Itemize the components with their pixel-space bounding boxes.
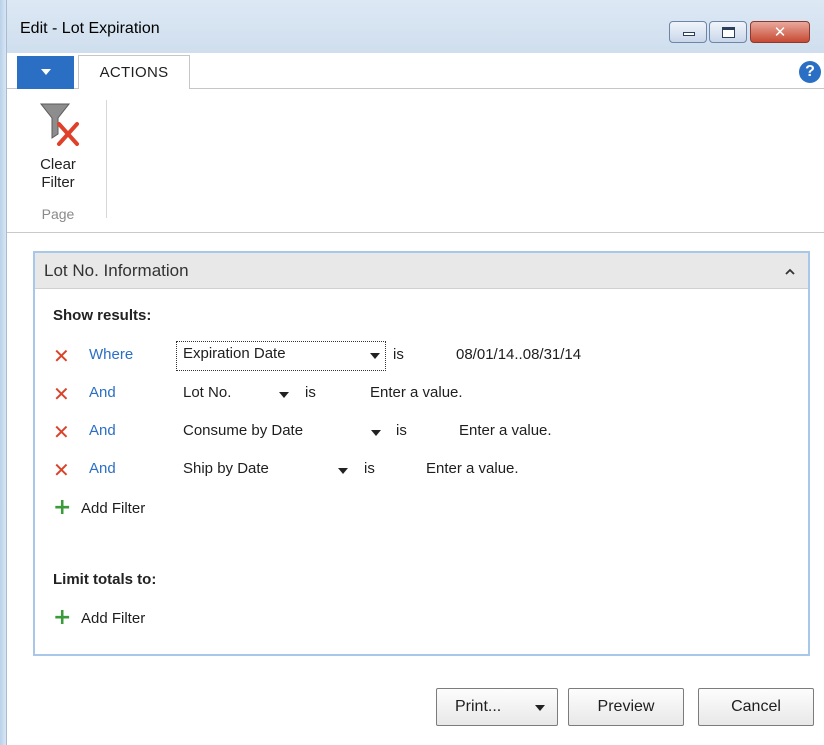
clear-filter-icon [39, 103, 79, 146]
filter-operator: is [393, 346, 404, 363]
close-icon: ✕ [773, 23, 787, 41]
add-filter-label: Add Filter [81, 500, 146, 517]
ribbon-group-separator [106, 100, 107, 218]
filter-value[interactable]: 08/01/14..08/31/14 [456, 346, 581, 363]
title-bar: Edit - Lot Expiration ✕ [0, 0, 824, 53]
filter-operator: is [396, 422, 407, 439]
filter-operator: is [305, 384, 316, 401]
filter-field-name[interactable]: Lot No. [183, 384, 231, 401]
add-filter-label: Add Filter [81, 610, 146, 627]
tab-actions[interactable]: ACTIONS [78, 55, 190, 90]
clear-filter-label: Clear Filter [30, 156, 86, 192]
chevron-up-icon[interactable] [785, 267, 795, 277]
filter-field-select[interactable]: Expiration Date [176, 341, 386, 371]
filter-field-name: Expiration Date [183, 345, 286, 362]
chevron-down-icon[interactable] [338, 468, 348, 474]
remove-filter-icon[interactable]: ✕ [53, 383, 70, 405]
preview-button[interactable]: Preview [568, 688, 684, 726]
filter-value[interactable]: Enter a value. [370, 384, 463, 401]
print-button[interactable]: Print... [436, 688, 558, 726]
filter-row: ✕ And Ship by Date is Enter a value. [35, 457, 808, 485]
lot-info-fasttab: Lot No. Information Show results: ✕ Wher… [33, 251, 810, 656]
maximize-button[interactable] [709, 21, 747, 43]
print-label: Print... [455, 698, 502, 715]
fasttab-title: Lot No. Information [44, 261, 189, 280]
plus-icon: + [53, 605, 72, 630]
filter-row: ✕ Where Expiration Date is 08/01/14..08/… [35, 341, 808, 371]
filter-row: ✕ And Lot No. is Enter a value. [35, 381, 808, 409]
chevron-down-icon[interactable] [371, 430, 381, 436]
filter-value[interactable]: Enter a value. [426, 460, 519, 477]
filter-connector: And [89, 422, 116, 439]
filter-operator: is [364, 460, 375, 477]
chevron-down-icon[interactable] [279, 392, 289, 398]
window-left-border [0, 0, 7, 745]
remove-filter-icon[interactable]: ✕ [53, 421, 70, 443]
remove-filter-icon[interactable]: ✕ [53, 345, 70, 367]
show-results-label: Show results: [53, 307, 152, 324]
clear-filter-label-line2: Filter [41, 174, 75, 191]
add-filter-button[interactable]: + Add Filter [53, 495, 213, 522]
filter-field-name[interactable]: Ship by Date [183, 460, 269, 477]
minimize-icon [683, 32, 695, 36]
filter-field-name[interactable]: Consume by Date [183, 422, 303, 439]
clear-filter-button[interactable]: Clear Filter [30, 96, 90, 198]
maximize-icon [722, 27, 735, 38]
fasttab-header[interactable]: Lot No. Information [35, 253, 808, 289]
filter-connector: And [89, 460, 116, 477]
ribbon-panel [7, 89, 824, 233]
filter-row: ✕ And Consume by Date is Enter a value. [35, 419, 808, 447]
dialog-window: Edit - Lot Expiration ✕ ACTIONS ? Clear … [0, 0, 824, 745]
minimize-button[interactable] [669, 21, 707, 43]
window-title: Edit - Lot Expiration [20, 20, 160, 37]
clear-filter-label-line1: Clear [40, 156, 76, 173]
plus-icon: + [53, 495, 72, 520]
application-menu-button[interactable] [17, 56, 74, 89]
filter-connector: And [89, 384, 116, 401]
limit-totals-label: Limit totals to: [53, 571, 157, 588]
help-icon[interactable]: ? [799, 61, 821, 83]
filter-connector: Where [89, 346, 134, 363]
dropdown-caret-icon [41, 69, 51, 75]
remove-filter-icon[interactable]: ✕ [53, 459, 70, 481]
close-button[interactable]: ✕ [750, 21, 810, 43]
cancel-button[interactable]: Cancel [698, 688, 814, 726]
chevron-down-icon [370, 353, 380, 359]
chevron-down-icon[interactable] [535, 705, 545, 711]
limit-add-filter-button[interactable]: + Add Filter [53, 605, 213, 632]
ribbon-group-label: Page [41, 206, 75, 222]
filter-value[interactable]: Enter a value. [459, 422, 552, 439]
